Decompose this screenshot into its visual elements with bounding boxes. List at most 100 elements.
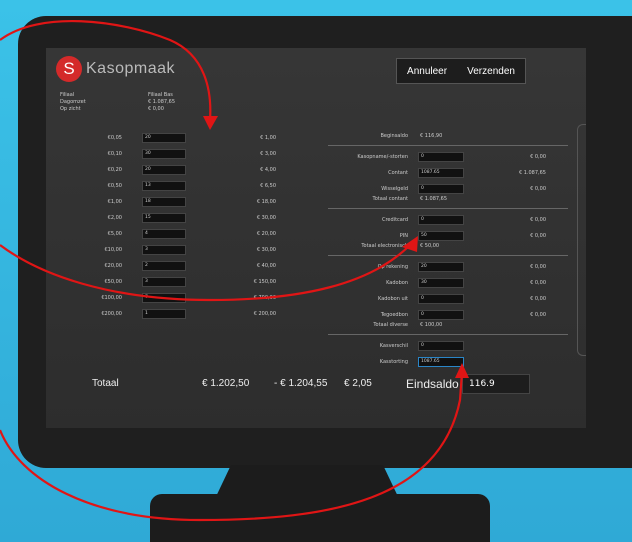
totals-minus: - € 1.204,55 [274,378,328,389]
coin-denomination: €0,20 [107,167,122,173]
contant-row: Contant 1087.65 € 1.087,65 [328,168,568,178]
info-label: Dagomzet [60,99,86,105]
eindsaldo-label: Eindsaldo [406,377,459,391]
cancel-button[interactable]: Annuleer [407,66,447,77]
info-labels: Filiaal Dagomzet Op zicht [60,92,86,113]
kadobon-uit-input[interactable]: 0 [418,294,464,304]
coin-total: € 20,00 [256,231,276,237]
totaal-contant-value: € 1.087,65 [420,196,448,202]
logo-icon: S [56,56,82,82]
info-value: Filiaal Bas [148,92,173,98]
tegoedbon-row: Tegoedbon 0 € 0,00 [328,310,568,320]
coin-row: €2,00 15 € 30,00 [86,211,276,227]
creditcard-row: Creditcard 0 € 0,00 [328,215,568,225]
coin-count-input[interactable]: 1 [142,309,186,319]
coin-count-input[interactable]: 4 [142,229,186,239]
coin-denomination: €20,00 [104,263,123,269]
coin-count-input[interactable]: 7 [142,293,186,303]
beginsaldo-label: Beginsaldo [380,133,408,139]
coin-count-input[interactable]: 3 [142,245,186,255]
kadobon-uit-amount: € 0,00 [530,296,546,302]
coin-total: € 700,00 [253,295,276,301]
kasopname-input[interactable]: 0 [418,152,464,162]
monitor-base [150,494,490,542]
coin-denomination: €5,00 [107,231,122,237]
info-label: Filiaal [60,92,75,98]
coin-total: € 18,00 [256,199,276,205]
coin-row: €5,00 4 € 20,00 [86,227,276,243]
totaal-diverse-value: € 100,00 [420,322,443,328]
send-button[interactable]: Verzenden [467,66,515,77]
info-values: Filiaal Bas € 1.087,65 € 0,00 [148,92,175,113]
tegoedbon-amount: € 0,00 [530,312,546,318]
wisselgeld-amount: € 0,00 [530,186,546,192]
op-rekening-amount: € 0,00 [530,264,546,270]
coin-count-input[interactable]: 13 [142,181,186,191]
coin-row: €200,00 1 € 200,00 [86,307,276,323]
totals-label: Totaal [92,378,119,389]
wisselgeld-input[interactable]: 0 [418,184,464,194]
divider [328,208,568,209]
totaal-diverse-row: Totaal diverse € 100,00 [328,320,568,330]
kadobon-amount: € 0,00 [530,280,546,286]
beginsaldo-value: € 116,90 [420,133,443,139]
totals-sum: € 1.202,50 [202,378,250,389]
pin-amount: € 0,00 [530,233,546,239]
tegoedbon-input[interactable]: 0 [418,310,464,320]
coin-denomination: €0,10 [107,151,122,157]
coin-row: €0,20 20 € 4,00 [86,163,276,179]
coin-denomination: €0,50 [107,183,122,189]
kasstorting-input[interactable]: 1087.65 [418,357,464,367]
side-scroll-tab[interactable] [577,124,586,356]
coin-denomination: €0,05 [107,135,122,141]
kasopname-row: Kasopname/-storten 0 € 0,00 [328,152,568,162]
coin-row: €0,50 13 € 6,50 [86,179,276,195]
divider [328,334,568,335]
totaal-contant-label: Totaal contant [372,196,408,202]
coin-count-input[interactable]: 18 [142,197,186,207]
kadobon-label: Kadobon [386,280,408,286]
contant-input[interactable]: 1087.65 [418,168,464,178]
kasverschil-input[interactable]: 0 [418,341,464,351]
kasstorting-label: Kasstorting [379,359,408,365]
pin-input[interactable]: 50 [418,231,464,241]
coin-row: €50,00 3 € 150,00 [86,275,276,291]
kadobon-input[interactable]: 30 [418,278,464,288]
creditcard-input[interactable]: 0 [418,215,464,225]
coin-total: € 150,00 [253,279,276,285]
coin-denomination: €2,00 [107,215,122,221]
coin-count-input[interactable]: 2 [142,261,186,271]
kadobon-uit-row: Kadobon uit 0 € 0,00 [328,294,568,304]
contant-amount: € 1.087,65 [518,170,546,176]
coin-count-input[interactable]: 15 [142,213,186,223]
coin-denomination: €50,00 [104,279,123,285]
creditcard-amount: € 0,00 [530,217,546,223]
contant-label: Contant [388,170,408,176]
coin-count-table: €0,05 20 € 1,00 €0,10 30 € 3,00 €0,20 20 € 4,00 €… [86,131,276,323]
kasverschil-row: Kasverschil 0 [328,341,568,351]
beginsaldo-row: Beginsaldo € 116,90 [328,131,568,141]
op-rekening-label: Op rekening [377,264,408,270]
op-rekening-input[interactable]: 20 [418,262,464,272]
kadobon-uit-label: Kadobon uit [378,296,408,302]
tegoedbon-label: Tegoedbon [380,312,408,318]
coin-denomination: €10,00 [104,247,123,253]
eindsaldo-field[interactable]: 116.9 [462,374,530,394]
cash-summary-panel: Beginsaldo € 116,90 Kasopname/-storten 0… [328,131,568,367]
coin-row: €0,10 30 € 3,00 [86,147,276,163]
coin-row: €100,00 7 € 700,00 [86,291,276,307]
totaal-electronisch-label: Totaal electronisch [361,243,408,249]
info-label: Op zicht [60,106,81,112]
divider [328,145,568,146]
coin-denomination: €100,00 [101,295,122,301]
coin-total: € 3,00 [260,151,276,157]
totaal-contant-row: Totaal contant € 1.087,65 [328,194,568,204]
creditcard-label: Creditcard [382,217,408,223]
coin-count-input[interactable]: 3 [142,277,186,287]
coin-count-input[interactable]: 20 [142,165,186,175]
totaal-electronisch-value: € 50,00 [420,243,440,249]
coin-row: €1,00 18 € 18,00 [86,195,276,211]
coin-count-input[interactable]: 20 [142,133,186,143]
coin-count-input[interactable]: 30 [142,149,186,159]
coin-total: € 6,50 [260,183,276,189]
